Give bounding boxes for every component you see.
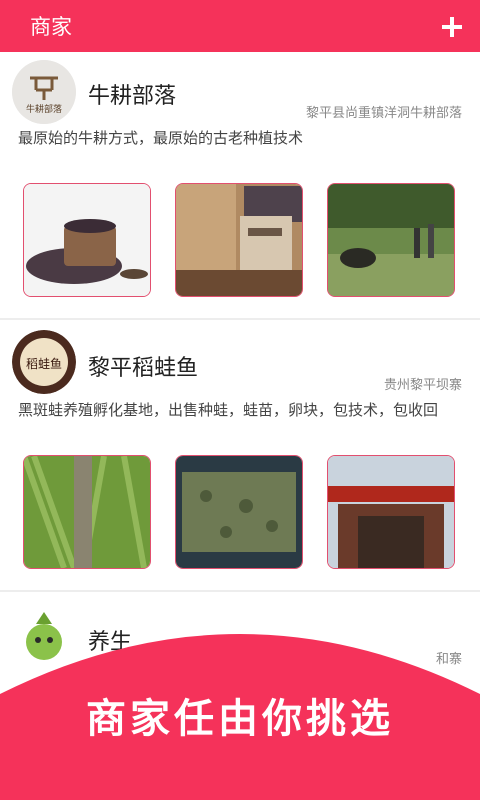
product-photo-storefront[interactable] <box>327 455 455 569</box>
merchant-name: 牛耕部落 <box>88 84 177 109</box>
product-photo-frogs[interactable] <box>175 455 303 569</box>
merchant-card[interactable]: 牛耕部落 牛耕部落 黎平县尚重镇洋洞牛耕部落 最原始的牛耕方式，最原始的古老种植… <box>0 52 480 318</box>
merchant-location: 贵州黎平坝寨 <box>383 378 462 393</box>
merchant-name: 黎平稻蛙鱼 <box>88 356 199 381</box>
svg-text:稻蛙鱼: 稻蛙鱼 <box>26 357 62 371</box>
merchant-description: 黑斑蛙养殖孵化基地，出售种蛙，蛙苗，卵块，包技术，包收回 <box>18 401 439 419</box>
merchant-description: 最原始的牛耕方式，最原始的古老种植技术 <box>18 129 304 147</box>
top-bar: 商家 <box>0 0 480 52</box>
merchant-logo: 稻蛙鱼 <box>12 330 76 394</box>
promo-banner-text: 商家任由你挑选 <box>86 696 394 742</box>
merchant-logo: 牛耕部落 <box>12 60 76 124</box>
plus-icon[interactable] <box>442 17 462 37</box>
product-photo-rice[interactable] <box>23 183 151 297</box>
product-photo-ox-farm[interactable] <box>327 183 455 297</box>
page-title: 商家 <box>30 15 72 39</box>
product-photo-paddy[interactable] <box>23 455 151 569</box>
product-photo-package[interactable] <box>175 183 303 297</box>
svg-text:牛耕部落: 牛耕部落 <box>26 103 62 115</box>
merchant-card[interactable]: 稻蛙鱼 黎平稻蛙鱼 贵州黎平坝寨 黑斑蛙养殖孵化基地，出售种蛙，蛙苗，卵块，包技… <box>0 320 480 590</box>
merchant-location: 黎平县尚重镇洋洞牛耕部落 <box>305 106 462 121</box>
